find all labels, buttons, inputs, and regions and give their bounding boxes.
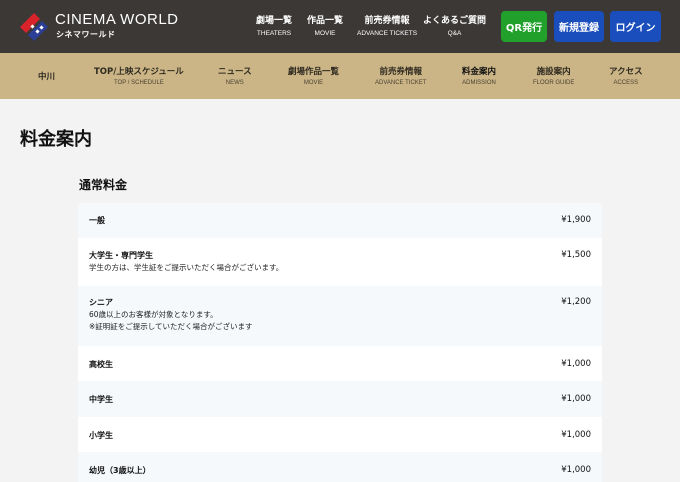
cinema-world-logo-icon <box>20 13 48 41</box>
price-row-amount: ¥1,000 <box>561 465 591 475</box>
price-row-amount: ¥1,000 <box>561 359 591 369</box>
price-row-amount: ¥1,000 <box>561 430 591 440</box>
price-row-high-school: 高校生 ¥1,000 <box>78 346 602 381</box>
price-row-senior: シニア 60歳以上のお客様が対象となります。 ※証明証をご提示していただく場合が… <box>78 286 602 346</box>
price-row-name: 小学生 <box>89 431 113 440</box>
topnav-movie-label: 作品一覧 <box>307 16 344 26</box>
price-row-amount: ¥1,900 <box>561 215 591 225</box>
topnav-movie[interactable]: 作品一覧 MOVIE <box>307 15 343 39</box>
topnav-qa-sub: Q&A <box>447 30 462 37</box>
subnav-movie-sub: MOVIE <box>303 80 324 86</box>
subnav-access-sub: ACCESS <box>613 80 639 86</box>
price-row-name: 大学生・専門学生 <box>89 251 153 260</box>
topnav-qa[interactable]: よくあるご質問 Q&A <box>423 15 486 39</box>
subnav-floor-guide-label: 施設案内 <box>536 67 571 77</box>
logo-text-jp: シネマワールド <box>56 30 116 39</box>
topnav-theaters[interactable]: 劇場一覧 THEATERS <box>256 15 292 39</box>
subnav-admission-label: 料金案内 <box>462 67 497 77</box>
subnav-news-sub: NEWS <box>225 80 244 86</box>
price-row-amount: ¥1,500 <box>561 250 591 260</box>
price-row-amount: ¥1,200 <box>561 297 591 307</box>
subnav-admission[interactable]: 料金案内 ADMISSION <box>462 66 496 88</box>
subnav-top-schedule[interactable]: TOP/上映スケジュール TOP / SCHEDULE <box>94 66 184 88</box>
price-row-university: 大学生・専門学生 学生の方は、学生証をご提示いただく場合がございます。 ¥1,5… <box>78 238 602 286</box>
login-button[interactable]: ログイン <box>610 11 661 42</box>
price-row-name: 中学生 <box>89 395 113 404</box>
subnav-top-schedule-label: TOP/上映スケジュール <box>94 67 184 77</box>
subnav-movie[interactable]: 劇場作品一覧 MOVIE <box>288 66 339 88</box>
subnav-floor-guide-sub: FLOOR GUIDE <box>533 80 575 86</box>
subnav-floor-guide[interactable]: 施設案内 FLOOR GUIDE <box>533 66 574 88</box>
subnav-admission-sub: ADMISSION <box>462 80 496 86</box>
price-row-general: 一般 ¥1,900 <box>78 203 602 238</box>
price-row-infant: 幼児（3歳以上） ¥1,000 <box>78 452 602 482</box>
price-row-junior-high: 中学生 ¥1,000 <box>78 381 602 417</box>
logo-text-en: CINEMA WORLD <box>55 11 179 28</box>
subnav-advance-ticket-sub: ADVANCE TICKET <box>375 80 427 86</box>
subnav-access[interactable]: アクセス ACCESS <box>609 66 643 88</box>
subnav-access-label: アクセス <box>609 67 643 77</box>
topnav-advance-tickets-label: 前売券情報 <box>364 16 410 26</box>
price-row-elementary: 小学生 ¥1,000 <box>78 417 602 452</box>
register-button[interactable]: 新規登録 <box>554 11 604 42</box>
price-row-name: 高校生 <box>89 360 113 369</box>
subnav-top-schedule-sub: TOP / SCHEDULE <box>113 80 164 86</box>
subnav-advance-ticket-label: 前売券情報 <box>379 67 422 77</box>
topnav-movie-sub: MOVIE <box>314 30 336 37</box>
price-row-amount: ¥1,000 <box>561 394 591 404</box>
branch-name-label: 中川 <box>38 72 56 82</box>
topnav-qa-label: よくあるご質問 <box>423 16 487 26</box>
site-logo[interactable]: CINEMA WORLD シネマワールド <box>18 9 178 43</box>
subnav-news[interactable]: ニュース NEWS <box>218 66 252 88</box>
price-row-note: 60歳以上のお客様が対象となります。 <box>89 310 218 319</box>
topnav-advance-tickets-sub: ADVANCE TICKETS <box>357 30 418 37</box>
qr-issue-button[interactable]: QR発行 <box>501 11 547 42</box>
topnav-theaters-label: 劇場一覧 <box>256 16 293 26</box>
site-header: CINEMA WORLD シネマワールド 劇場一覧 THEATERS 作品一覧 … <box>0 0 680 53</box>
branch-name: 中川 <box>38 71 55 83</box>
price-row-note: ※証明証をご提示していただく場合がございます <box>89 322 253 331</box>
subnav-advance-ticket[interactable]: 前売券情報 ADVANCE TICKET <box>375 66 426 88</box>
topnav-advance-tickets[interactable]: 前売券情報 ADVANCE TICKETS <box>357 15 417 39</box>
price-row-name: 幼児（3歳以上） <box>89 466 151 475</box>
topnav-theaters-sub: THEATERS <box>256 30 292 37</box>
section-title: 通常料金 <box>79 178 128 192</box>
price-row-name: 一般 <box>89 216 105 225</box>
price-table: 一般 ¥1,900 大学生・専門学生 学生の方は、学生証をご提示いただく場合がご… <box>78 203 602 482</box>
theater-subnav: 中川 TOP/上映スケジュール TOP / SCHEDULE ニュース NEWS… <box>0 53 680 99</box>
page-title: 料金案内 <box>20 129 92 150</box>
price-row-name: シニア <box>89 298 113 307</box>
subnav-news-label: ニュース <box>218 67 252 77</box>
price-row-note: 学生の方は、学生証をご提示いただく場合がございます。 <box>89 263 284 272</box>
subnav-movie-label: 劇場作品一覧 <box>288 67 340 77</box>
